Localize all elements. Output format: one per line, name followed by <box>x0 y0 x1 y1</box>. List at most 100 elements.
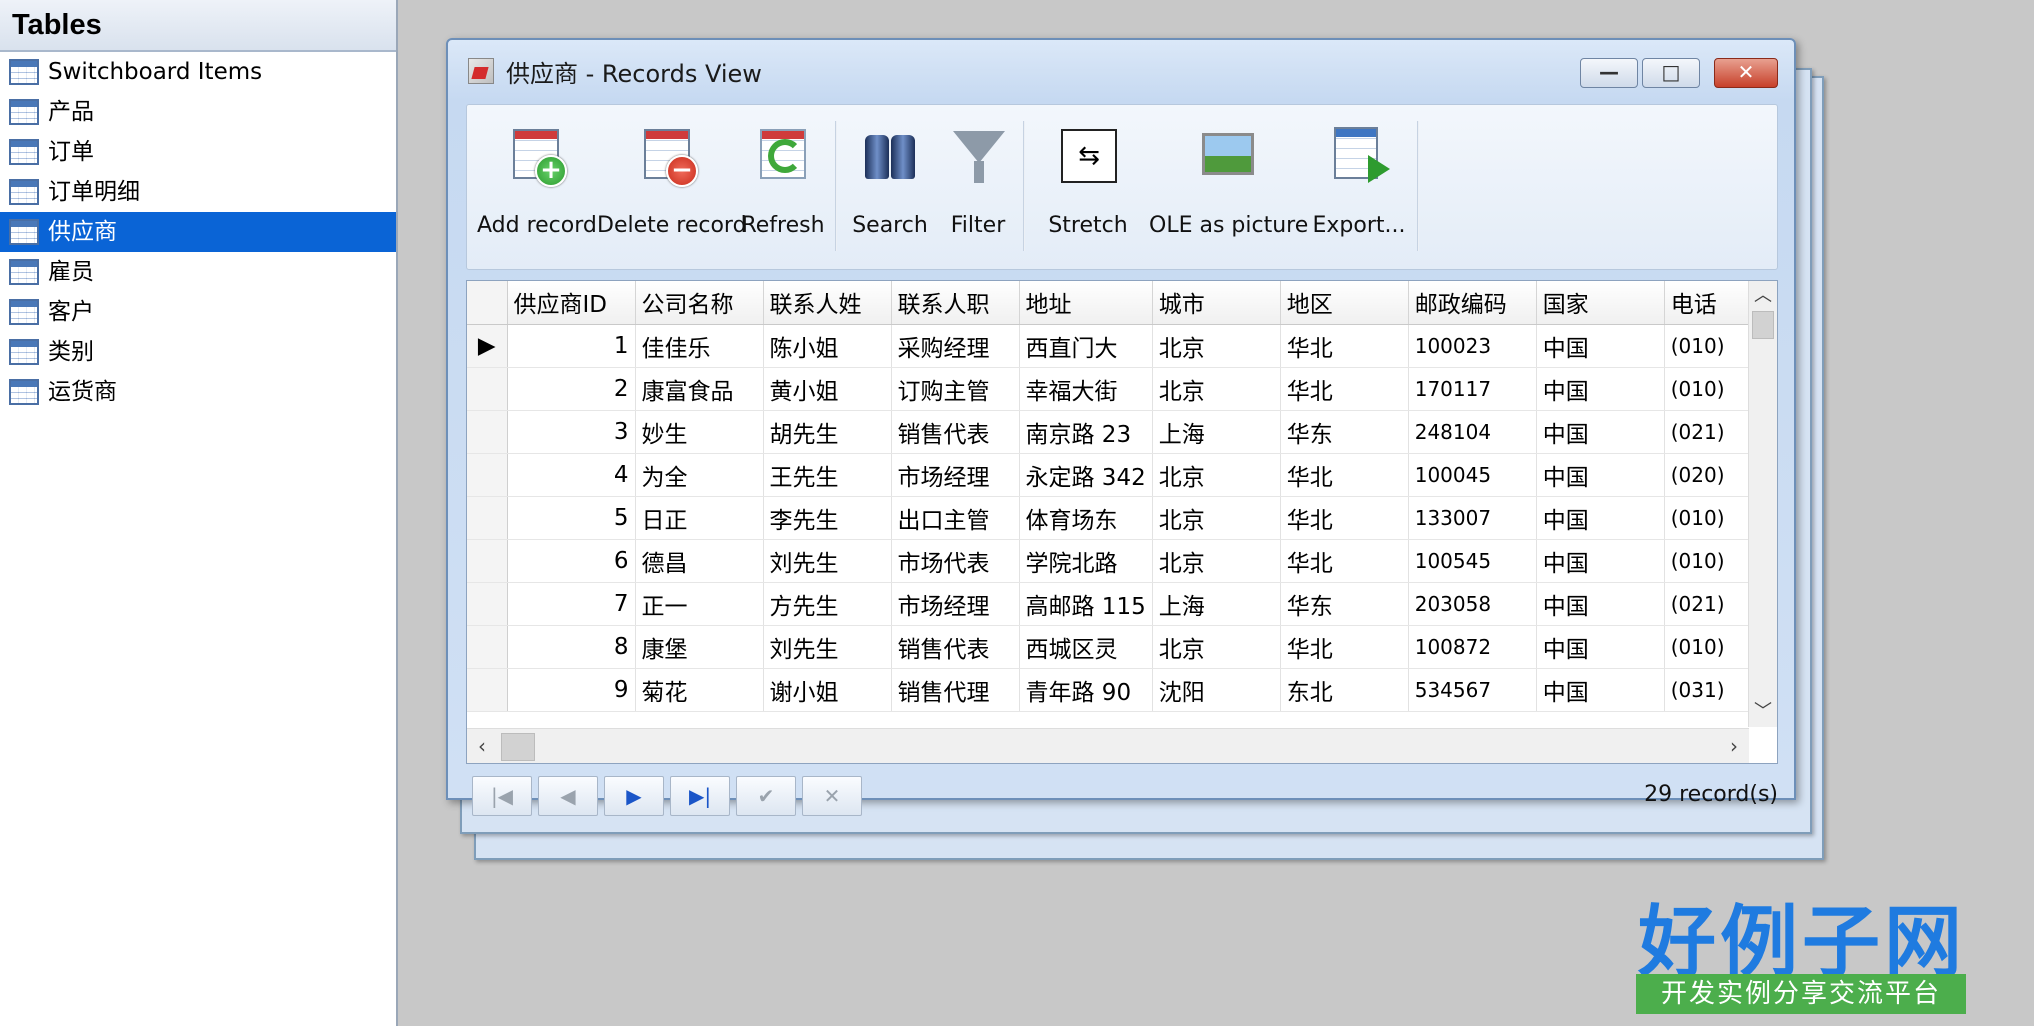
row-indicator[interactable] <box>467 668 508 712</box>
title-bar[interactable]: 供应商 - Records View — □ ✕ <box>448 40 1794 94</box>
scroll-up-icon[interactable]: ︿ <box>1749 281 1777 311</box>
maximize-button[interactable]: □ <box>1642 58 1700 88</box>
table-row[interactable]: 6 德昌 刘先生 市场代表 学院北路 北京 华北 100545 中国 (010) <box>467 539 1765 583</box>
table-cell[interactable]: 体育场东 <box>1019 496 1153 540</box>
table-cell[interactable]: 中国 <box>1536 625 1665 669</box>
table-cell[interactable]: 西直门大 <box>1019 324 1153 368</box>
table-item[interactable]: 类别 <box>0 332 396 372</box>
table-cell[interactable]: 北京 <box>1152 324 1281 368</box>
table-cell[interactable]: 方先生 <box>763 582 892 626</box>
table-cell[interactable]: 100872 <box>1408 625 1537 669</box>
table-cell[interactable]: 王先生 <box>763 453 892 497</box>
table-cell[interactable]: 4 <box>507 453 636 497</box>
table-cell[interactable]: 中国 <box>1536 539 1665 583</box>
records-table[interactable]: 供应商ID 公司名称 联系人姓 联系人职 地址 城市 地区 邮政编码 国家 电话 ▶ 1 佳佳乐 陈小姐… <box>467 281 1765 712</box>
table-cell[interactable]: 北京 <box>1152 625 1281 669</box>
table-item[interactable]: 产品 <box>0 92 396 132</box>
table-cell[interactable]: 170117 <box>1408 367 1537 411</box>
table-cell[interactable]: 学院北路 <box>1019 539 1153 583</box>
add-record-button[interactable]: + Add record <box>477 115 597 261</box>
column-header[interactable]: 联系人职 <box>891 281 1020 325</box>
table-cell[interactable]: 6 <box>507 539 636 583</box>
table-cell[interactable]: 正一 <box>635 582 764 626</box>
table-cell[interactable]: 华东 <box>1280 410 1409 454</box>
table-row[interactable]: 3 妙生 胡先生 销售代表 南京路 23 上海 华东 248104 中国 (021) <box>467 410 1765 454</box>
table-cell[interactable]: 永定路 342 <box>1019 453 1153 497</box>
table-row[interactable]: 8 康堡 刘先生 销售代表 西城区灵 北京 华北 100872 中国 (010) <box>467 625 1765 669</box>
column-header[interactable]: 邮政编码 <box>1408 281 1537 325</box>
table-row[interactable]: 5 日正 李先生 出口主管 体育场东 北京 华北 133007 中国 (010) <box>467 496 1765 540</box>
table-item[interactable]: 客户 <box>0 292 396 332</box>
table-cell[interactable]: 中国 <box>1536 582 1665 626</box>
cancel-record-button[interactable]: ✕ <box>802 776 862 816</box>
row-indicator[interactable] <box>467 453 508 497</box>
stretch-toggle[interactable]: ⇆ Stretch <box>1031 115 1145 261</box>
table-item[interactable]: 订单 <box>0 132 396 172</box>
table-cell[interactable]: 高邮路 115 <box>1019 582 1153 626</box>
table-cell[interactable]: 出口主管 <box>891 496 1020 540</box>
table-cell[interactable]: 100045 <box>1408 453 1537 497</box>
table-cell[interactable]: 康堡 <box>635 625 764 669</box>
column-header[interactable]: 公司名称 <box>635 281 764 325</box>
table-cell[interactable]: 100023 <box>1408 324 1537 368</box>
prior-record-button[interactable]: ◀ <box>538 776 598 816</box>
table-cell[interactable]: 采购经理 <box>891 324 1020 368</box>
table-cell[interactable]: 3 <box>507 410 636 454</box>
table-cell[interactable]: 李先生 <box>763 496 892 540</box>
table-cell[interactable]: 534567 <box>1408 668 1537 712</box>
table-cell[interactable]: 2 <box>507 367 636 411</box>
scroll-left-icon[interactable]: ‹ <box>469 729 495 763</box>
horizontal-scroll-thumb[interactable] <box>501 733 535 761</box>
ole-as-picture-button[interactable]: OLE as picture <box>1149 115 1308 261</box>
table-cell[interactable]: 上海 <box>1152 410 1281 454</box>
row-indicator[interactable] <box>467 410 508 454</box>
last-record-button[interactable]: ▶| <box>670 776 730 816</box>
table-cell[interactable]: 销售代表 <box>891 410 1020 454</box>
table-cell[interactable]: 248104 <box>1408 410 1537 454</box>
row-indicator[interactable] <box>467 625 508 669</box>
table-row[interactable]: 2 康富食品 黄小姐 订购主管 幸福大街 北京 华北 170117 中国 (010) <box>467 367 1765 411</box>
table-cell[interactable]: 8 <box>507 625 636 669</box>
table-row[interactable]: 7 正一 方先生 市场经理 高邮路 115 上海 华东 203058 中国 (021) <box>467 582 1765 626</box>
table-cell[interactable]: 1 <box>507 324 636 368</box>
row-indicator[interactable] <box>467 539 508 583</box>
table-row[interactable]: 9 菊花 谢小姐 销售代理 青年路 90 沈阳 东北 534567 中国 (031) <box>467 668 1765 712</box>
table-cell[interactable]: 北京 <box>1152 496 1281 540</box>
table-cell[interactable]: 中国 <box>1536 453 1665 497</box>
close-button[interactable]: ✕ <box>1714 58 1778 88</box>
table-cell[interactable]: 100545 <box>1408 539 1537 583</box>
table-cell[interactable]: 菊花 <box>635 668 764 712</box>
table-row[interactable]: 4 为全 王先生 市场经理 永定路 342 北京 华北 100045 中国 (020) <box>467 453 1765 497</box>
table-cell[interactable]: 7 <box>507 582 636 626</box>
table-cell[interactable]: 中国 <box>1536 410 1665 454</box>
table-cell[interactable]: 南京路 23 <box>1019 410 1153 454</box>
column-header[interactable]: 地址 <box>1019 281 1153 325</box>
post-record-button[interactable]: ✔ <box>736 776 796 816</box>
table-cell[interactable]: 203058 <box>1408 582 1537 626</box>
table-cell[interactable]: 为全 <box>635 453 764 497</box>
table-cell[interactable]: 5 <box>507 496 636 540</box>
table-row[interactable]: ▶ 1 佳佳乐 陈小姐 采购经理 西直门大 北京 华北 100023 中国 (010) <box>467 324 1765 368</box>
column-header[interactable]: 联系人姓 <box>763 281 892 325</box>
table-cell[interactable]: 订购主管 <box>891 367 1020 411</box>
table-cell[interactable]: 市场代表 <box>891 539 1020 583</box>
current-row-indicator[interactable]: ▶ <box>467 324 508 368</box>
table-cell[interactable]: 华北 <box>1280 367 1409 411</box>
table-cell[interactable]: 康富食品 <box>635 367 764 411</box>
table-cell[interactable]: 谢小姐 <box>763 668 892 712</box>
table-cell[interactable]: 华北 <box>1280 496 1409 540</box>
vertical-scroll-thumb[interactable] <box>1752 311 1774 339</box>
table-cell[interactable]: 妙生 <box>635 410 764 454</box>
table-cell[interactable]: 陈小姐 <box>763 324 892 368</box>
table-cell[interactable]: 西城区灵 <box>1019 625 1153 669</box>
table-cell[interactable]: 中国 <box>1536 496 1665 540</box>
table-cell[interactable]: 中国 <box>1536 367 1665 411</box>
table-cell[interactable]: 北京 <box>1152 539 1281 583</box>
records-grid[interactable]: 供应商ID 公司名称 联系人姓 联系人职 地址 城市 地区 邮政编码 国家 电话 ▶ 1 佳佳乐 陈小姐… <box>466 280 1778 764</box>
table-cell[interactable]: 胡先生 <box>763 410 892 454</box>
row-indicator[interactable] <box>467 496 508 540</box>
next-record-button[interactable]: ▶ <box>604 776 664 816</box>
scroll-right-icon[interactable]: › <box>1721 729 1747 763</box>
table-item[interactable]: 供应商 <box>0 212 396 252</box>
minimize-button[interactable]: — <box>1580 58 1638 88</box>
